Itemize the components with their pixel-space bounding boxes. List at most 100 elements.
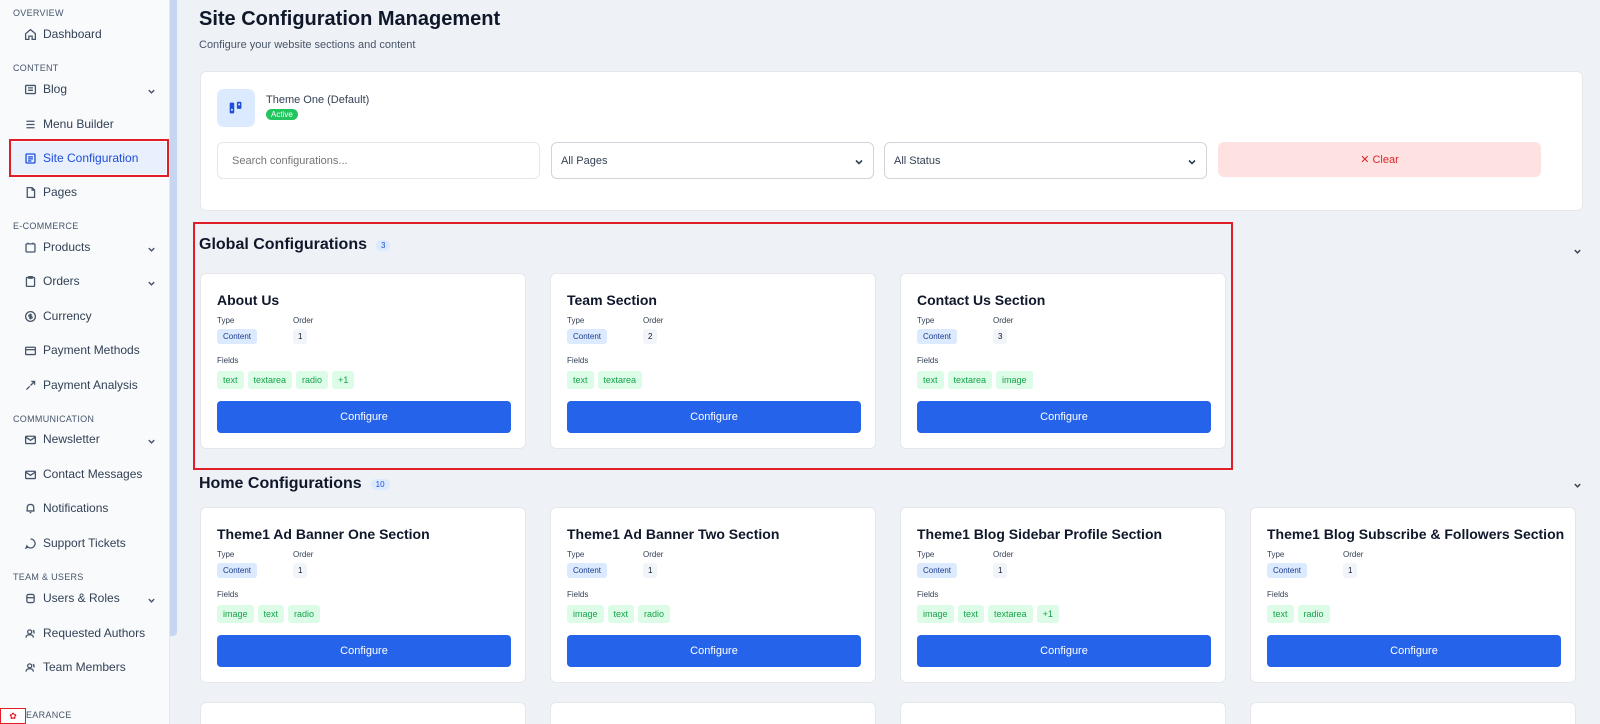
sidebar-item-contact-messages[interactable]: Contact Messages (10, 458, 166, 490)
status-select[interactable]: All Status (884, 142, 1207, 179)
field-tag: image (917, 605, 954, 623)
config-card: Team Section Type Order Content 2 Fields… (550, 273, 876, 449)
count-badge: 10 (370, 478, 390, 490)
configure-button[interactable]: Configure (217, 635, 511, 667)
type-label: Type (917, 316, 935, 325)
sidebar-item-label: Newsletter (43, 432, 100, 446)
field-tag: image (217, 605, 254, 623)
sidebar-item-label: Blog (43, 82, 68, 96)
configure-button[interactable]: Configure (1267, 635, 1561, 667)
sidebar-item-currency[interactable]: Currency (10, 300, 166, 332)
chevron-down-icon (147, 85, 156, 99)
field-tag: +1 (332, 371, 355, 389)
shield-icon (23, 591, 37, 605)
team-icon (23, 660, 37, 674)
envelope-icon (23, 467, 37, 481)
field-list: text textarea image (917, 371, 1033, 389)
sidebar-item-notifications[interactable]: Notifications (10, 492, 166, 524)
sidebar-item-payment-analysis[interactable]: Payment Analysis (10, 369, 166, 401)
newspaper-icon (23, 82, 37, 96)
field-list: text textarea (567, 371, 643, 389)
sidebar-group-appearance: EARANCE (26, 710, 72, 720)
order-label: Order (293, 550, 314, 559)
field-tag: textarea (947, 371, 993, 389)
card-title: Theme1 Blog Sidebar Profile Section (917, 526, 1163, 542)
fields-label: Fields (567, 590, 589, 599)
configure-button[interactable]: Configure (567, 635, 861, 667)
bell-icon (23, 501, 37, 515)
order-label: Order (1343, 550, 1364, 559)
config-card (200, 702, 526, 724)
chevron-down-icon[interactable] (1573, 243, 1582, 261)
card-title: Theme1 Blog Subscribe & Followers Sectio… (1267, 526, 1565, 542)
sidebar-item-blog[interactable]: Blog (10, 73, 166, 105)
sidebar-item-dashboard[interactable]: Dashboard (10, 18, 166, 50)
field-list: text textarea radio +1 (217, 371, 355, 389)
sidebar-item-label: Dashboard (43, 27, 102, 41)
sidebar-scrollbar[interactable] (170, 0, 177, 636)
chat-icon (23, 536, 37, 550)
configure-button[interactable]: Configure (917, 635, 1211, 667)
chevron-down-icon[interactable] (1573, 477, 1582, 495)
sidebar-item-newsletter[interactable]: Newsletter (10, 423, 166, 455)
order-label: Order (293, 316, 314, 325)
config-card: Theme1 Ad Banner Two Section Type Order … (550, 507, 876, 683)
theme-icon (217, 89, 255, 127)
sidebar-item-label: Users & Roles (43, 591, 120, 605)
config-card (1250, 702, 1576, 724)
field-tag: radio (1297, 605, 1330, 623)
type-badge: Content (917, 563, 958, 578)
fields-label: Fields (917, 356, 939, 365)
analysis-icon (23, 378, 37, 392)
search-input[interactable] (217, 142, 540, 179)
config-card: Theme1 Blog Subscribe & Followers Sectio… (1250, 507, 1576, 683)
order-label: Order (993, 316, 1014, 325)
sidebar-item-payment-methods[interactable]: Payment Methods (10, 334, 166, 366)
currency-icon (23, 309, 37, 323)
filter-card: Theme One (Default) Active All Pages All… (200, 71, 1583, 211)
config-card (900, 702, 1226, 724)
pages-select-value: All Pages (561, 154, 608, 167)
field-tag: radio (296, 371, 329, 389)
configure-button[interactable]: Configure (917, 401, 1211, 433)
configure-button[interactable]: Configure (217, 401, 511, 433)
card-title: About Us (217, 292, 280, 308)
order-badge: 1 (993, 563, 1008, 578)
type-label: Type (217, 316, 235, 325)
main-content: Site Configuration Management Configure … (178, 0, 1600, 724)
order-label: Order (993, 550, 1014, 559)
field-tag: text (957, 605, 985, 623)
card-title: Contact Us Section (917, 292, 1046, 308)
section-title-label: Home Configurations (199, 475, 362, 492)
sidebar-item-label: Payment Methods (43, 343, 140, 357)
pages-select[interactable]: All Pages (551, 142, 874, 179)
field-list: image text textarea +1 (917, 605, 1059, 623)
field-tag: radio (288, 605, 321, 623)
field-tag: +1 (1036, 605, 1059, 623)
configure-button[interactable]: Configure (567, 401, 861, 433)
sidebar-item-team-members[interactable]: Team Members (10, 651, 166, 683)
config-card: About Us Type Order Content 1 Fields tex… (200, 273, 526, 449)
sidebar-item-orders[interactable]: Orders (10, 265, 166, 297)
fields-label: Fields (217, 356, 239, 365)
clear-button[interactable]: ✕ Clear (1218, 142, 1541, 177)
chevron-down-icon (854, 157, 864, 170)
order-label: Order (643, 316, 664, 325)
type-badge: Content (1267, 563, 1308, 578)
sidebar-item-pages[interactable]: Pages (10, 176, 166, 208)
sidebar-item-menu-builder[interactable]: Menu Builder (10, 108, 166, 140)
sidebar-item-label: Orders (43, 274, 80, 288)
clipboard-icon (23, 274, 37, 288)
order-badge: 1 (293, 329, 308, 344)
sidebar-group-overview: OVERVIEW (13, 8, 64, 18)
sidebar-item-products[interactable]: Products (10, 231, 166, 263)
sidebar-item-users-roles[interactable]: Users & Roles (10, 582, 166, 614)
sidebar-item-support-tickets[interactable]: Support Tickets (10, 527, 166, 559)
chevron-down-icon (147, 243, 156, 257)
selection-highlight (9, 139, 169, 177)
sidebar-item-requested-authors[interactable]: Requested Authors (10, 617, 166, 649)
field-tag: text (1267, 605, 1294, 623)
type-label: Type (1267, 550, 1285, 559)
chevron-down-icon (147, 277, 156, 291)
sidebar-item-label: Team Members (43, 660, 126, 674)
